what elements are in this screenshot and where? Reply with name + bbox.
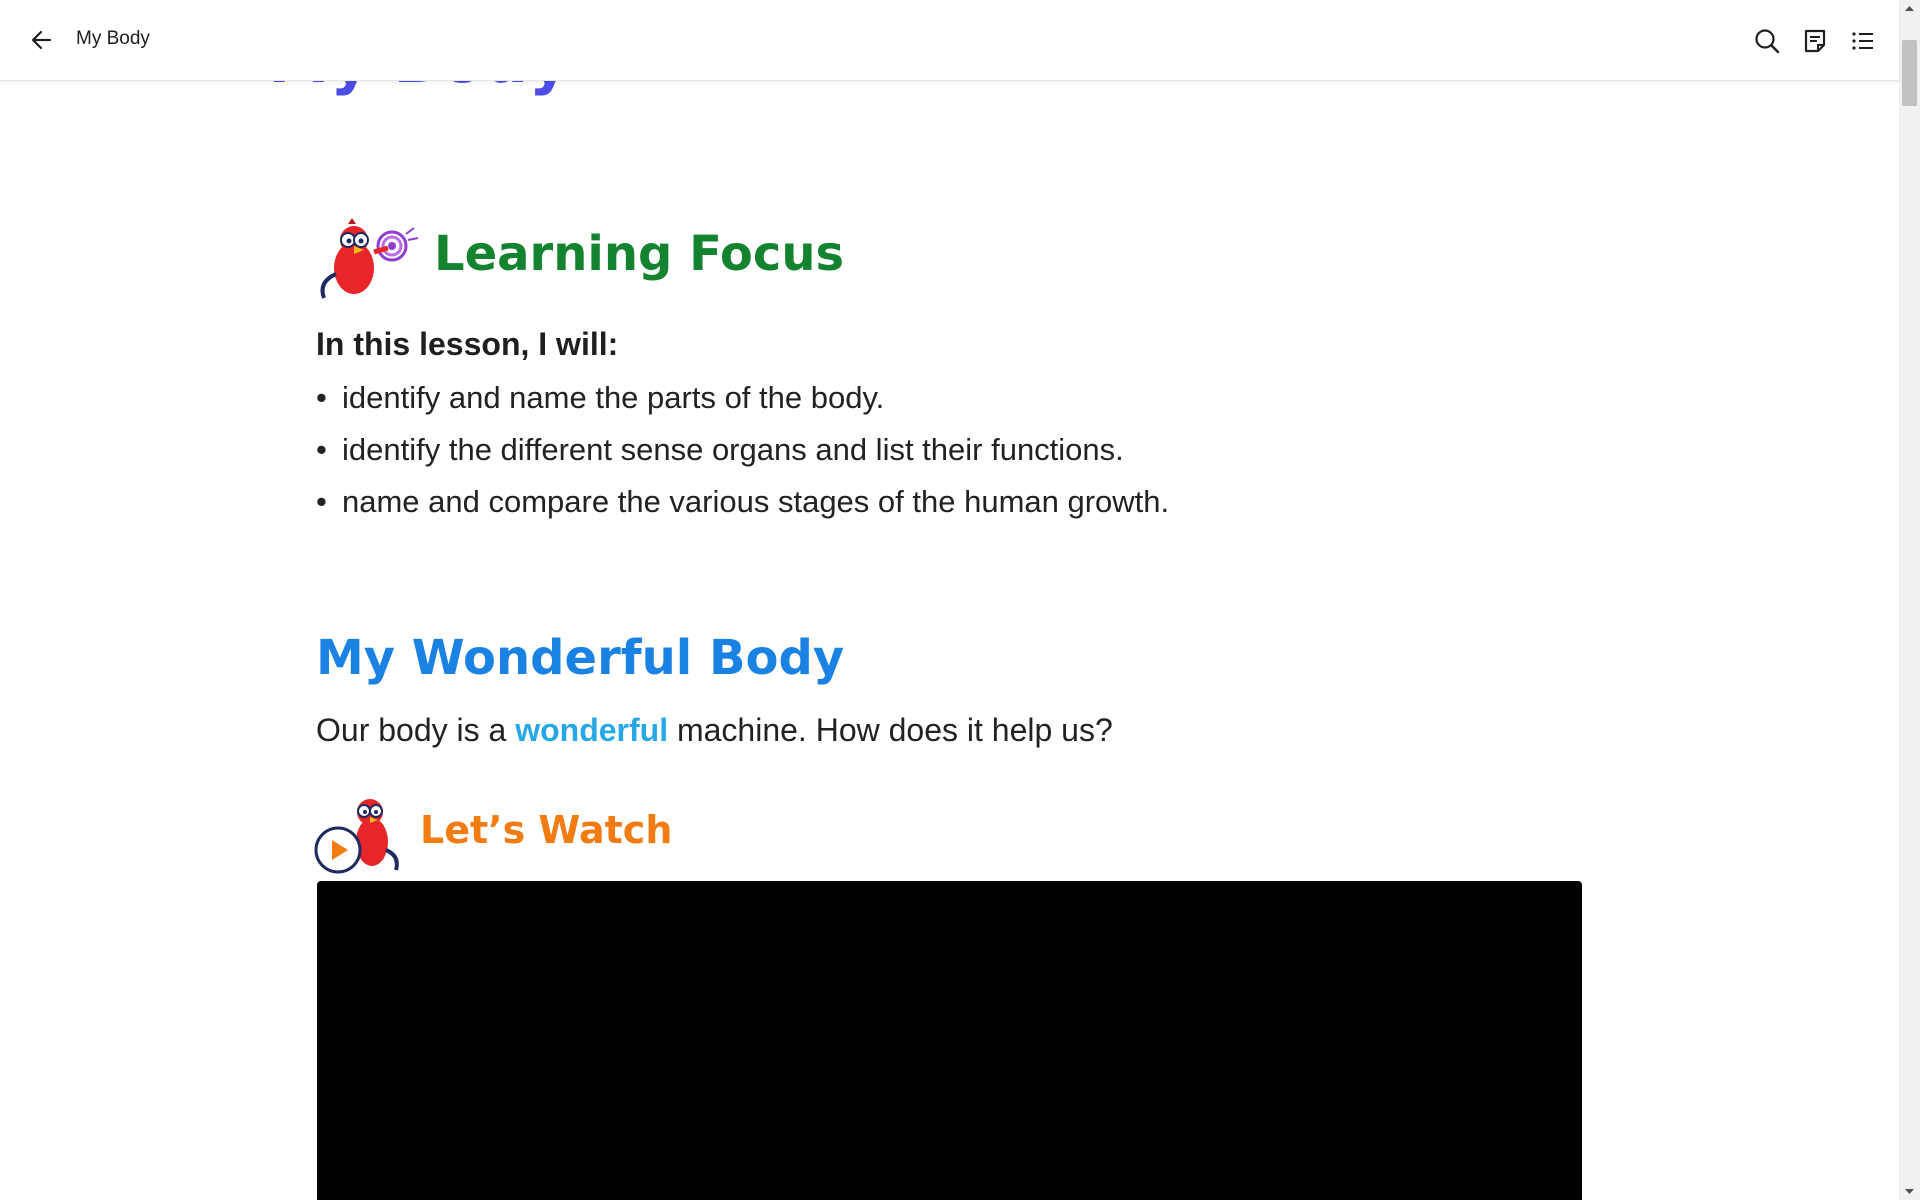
lesson-content: My Body Learning Focus In this lesson, I…	[0, 0, 1899, 1200]
video-player[interactable]	[317, 881, 1582, 1200]
lets-watch-mascot-icon	[314, 799, 399, 874]
learning-focus-mascot-icon	[320, 218, 419, 299]
objective-text: identify the different sense organs and …	[342, 432, 1124, 467]
objective-text: name and compare the various stages of t…	[342, 484, 1170, 519]
objective-text: identify and name the parts of the body.	[342, 380, 885, 415]
highlighted-word[interactable]: wonderful	[515, 712, 668, 748]
section-paragraph: Our body is a wonderful machine. How doe…	[316, 712, 1113, 749]
vertical-scrollbar[interactable]	[1899, 0, 1920, 1200]
bullet-icon: •	[316, 432, 327, 467]
section-heading: My Wonderful Body	[316, 630, 845, 686]
notes-icon[interactable]	[1800, 26, 1830, 56]
app-bar: My Body	[0, 0, 1899, 81]
scroll-down-arrow-icon[interactable]	[1899, 1182, 1920, 1200]
bullet-icon: •	[316, 484, 327, 519]
lets-watch-heading: Let’s Watch	[420, 808, 673, 852]
objective-item: • identify the different sense organs and…	[316, 432, 1124, 468]
objective-item: • identify and name the parts of the body…	[316, 380, 884, 416]
objective-item: • name and compare the various stages of …	[316, 484, 1169, 520]
lesson-intro: In this lesson, I will:	[316, 326, 619, 362]
app-bar-title: My Body	[76, 28, 150, 49]
learning-focus-heading: Learning Focus	[434, 226, 845, 282]
bullet-icon: •	[316, 380, 327, 415]
paragraph-text-start: Our body is a	[316, 712, 516, 748]
scrollbar-thumb[interactable]	[1902, 40, 1917, 106]
paragraph-text-end: machine. How does it help us?	[668, 712, 1113, 748]
search-icon[interactable]	[1752, 26, 1782, 56]
back-arrow-icon[interactable]	[26, 26, 58, 54]
list-icon[interactable]	[1848, 26, 1878, 56]
scroll-up-arrow-icon[interactable]	[1899, 0, 1920, 18]
